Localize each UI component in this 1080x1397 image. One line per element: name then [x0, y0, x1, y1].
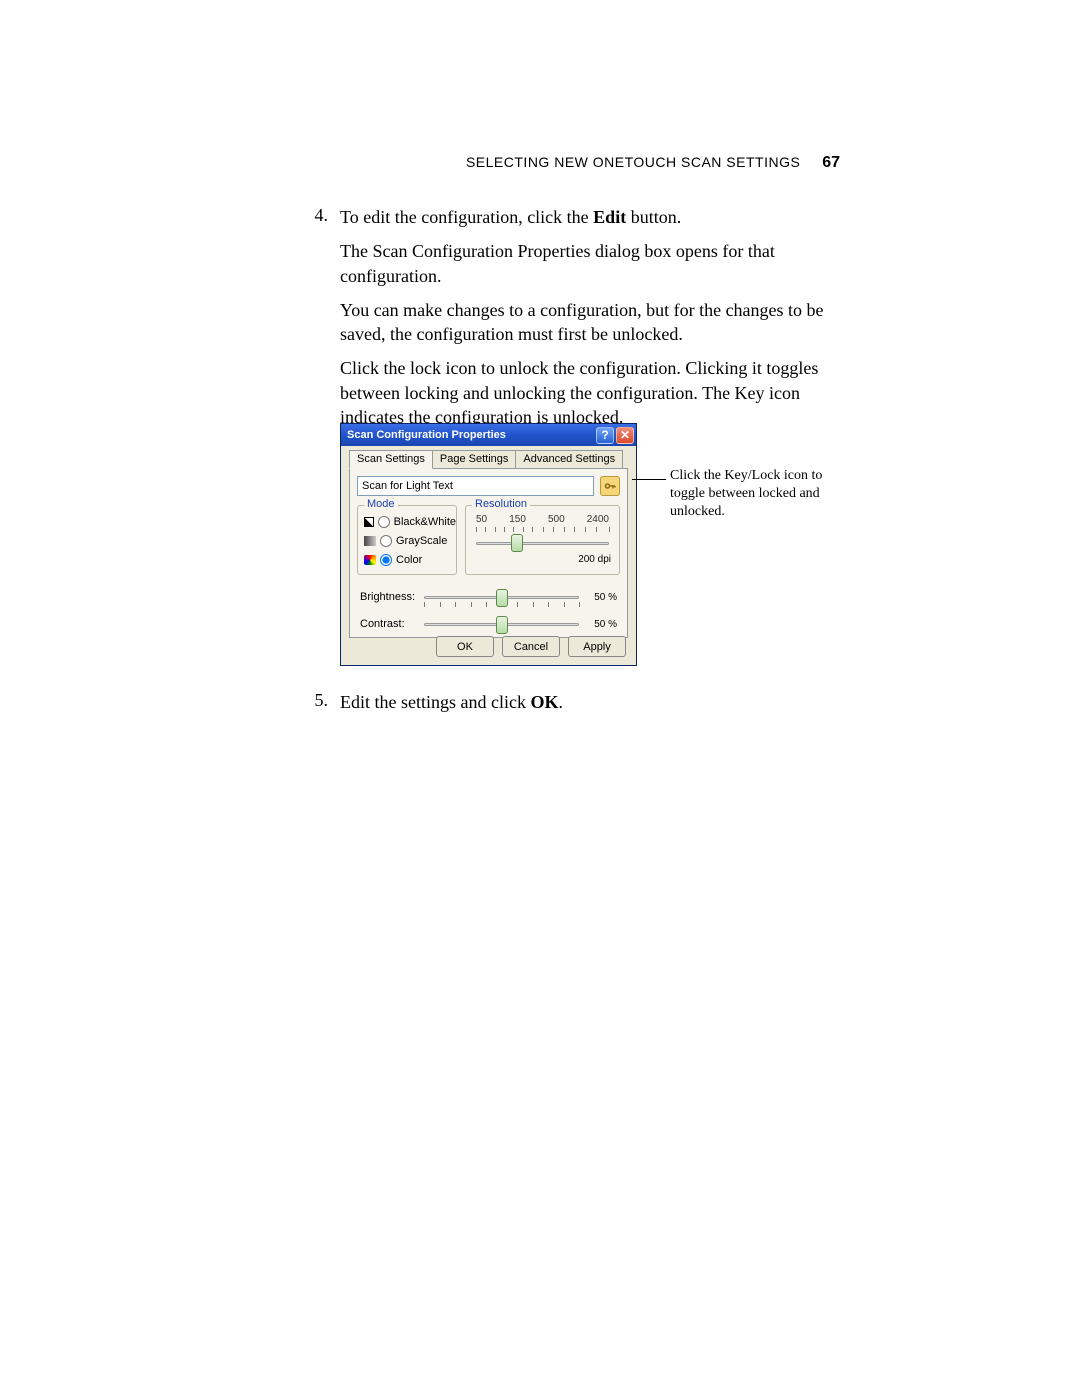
tab-advanced-settings[interactable]: Advanced Settings	[515, 450, 623, 469]
callout-leader-line	[632, 479, 666, 480]
bw-icon	[364, 517, 374, 527]
section-title: Selecting New OneTouch Scan Settings	[466, 154, 800, 170]
mode-color-radio[interactable]	[380, 554, 392, 566]
dialog-button-row: OK Cancel Apply	[436, 636, 626, 657]
ok-button[interactable]: OK	[436, 636, 494, 657]
step-5-number: 5.	[298, 690, 328, 711]
mode-bw-radio[interactable]	[378, 516, 390, 528]
callout-text: Click the Key/Lock icon to toggle betwee…	[670, 467, 845, 522]
mode-gs-radio[interactable]	[380, 535, 392, 547]
resolution-tick-labels: 50 150 500 2400	[476, 514, 609, 525]
resolution-slider[interactable]	[476, 536, 609, 550]
dialog-tabs: Scan Settings Page Settings Advanced Set…	[349, 450, 622, 469]
mode-fieldset: Mode Black&White GrayScale	[357, 505, 457, 575]
resolution-readout: 200 dpi	[578, 554, 611, 565]
lock-toggle-button[interactable]	[600, 476, 620, 496]
step-5: 5. Edit the settings and click OK.	[300, 690, 842, 724]
mode-grayscale[interactable]: GrayScale	[364, 532, 456, 550]
apply-button[interactable]: Apply	[568, 636, 626, 657]
mode-blackwhite[interactable]: Black&White	[364, 513, 456, 531]
dialog-titlebar[interactable]: Scan Configuration Properties ? ✕	[341, 424, 636, 446]
contrast-row: Contrast: 50 %	[360, 616, 617, 632]
brightness-row: Brightness: 50 %	[360, 589, 617, 605]
config-name-input[interactable]	[357, 476, 594, 496]
cancel-button[interactable]: Cancel	[502, 636, 560, 657]
step-4-number: 4.	[298, 205, 328, 226]
document-page: Selecting New OneTouch Scan Settings 67 …	[0, 0, 1080, 1397]
mode-color[interactable]: Color	[364, 551, 456, 569]
step-4-line-4: Click the lock icon to unlock the config…	[340, 356, 842, 429]
contrast-thumb[interactable]	[496, 616, 508, 634]
contrast-value: 50 %	[585, 619, 617, 630]
step-5-line-1: Edit the settings and click OK.	[340, 690, 842, 714]
scan-config-dialog: Scan Configuration Properties ? ✕ Scan S…	[340, 423, 637, 666]
scan-settings-panel: Mode Black&White GrayScale	[349, 468, 628, 638]
brightness-slider[interactable]	[424, 589, 579, 605]
dialog-title: Scan Configuration Properties	[347, 429, 596, 441]
help-button[interactable]: ?	[596, 427, 614, 444]
step-4: 4. To edit the configuration, click the …	[300, 205, 842, 439]
color-icon	[364, 555, 376, 565]
resolution-legend: Resolution	[472, 498, 530, 510]
tab-page-settings[interactable]: Page Settings	[432, 450, 517, 469]
brightness-thumb[interactable]	[496, 589, 508, 607]
step-4-line-3: You can make changes to a configuration,…	[340, 298, 842, 347]
contrast-slider[interactable]	[424, 616, 579, 632]
resolution-fieldset: Resolution 50 150 500 2400	[465, 505, 620, 575]
close-button[interactable]: ✕	[616, 427, 634, 444]
step-4-line-1: To edit the configuration, click the Edi…	[340, 205, 842, 229]
step-4-line-2: The Scan Configuration Properties dialog…	[340, 239, 842, 288]
brightness-label: Brightness:	[360, 591, 418, 603]
page-number: 67	[822, 154, 840, 171]
tab-scan-settings[interactable]: Scan Settings	[349, 450, 433, 469]
page-header: Selecting New OneTouch Scan Settings 67	[466, 154, 840, 172]
key-icon	[604, 480, 616, 492]
contrast-label: Contrast:	[360, 618, 418, 630]
mode-legend: Mode	[364, 498, 398, 510]
grayscale-icon	[364, 536, 376, 546]
brightness-value: 50 %	[585, 592, 617, 603]
resolution-thumb[interactable]	[511, 534, 523, 552]
